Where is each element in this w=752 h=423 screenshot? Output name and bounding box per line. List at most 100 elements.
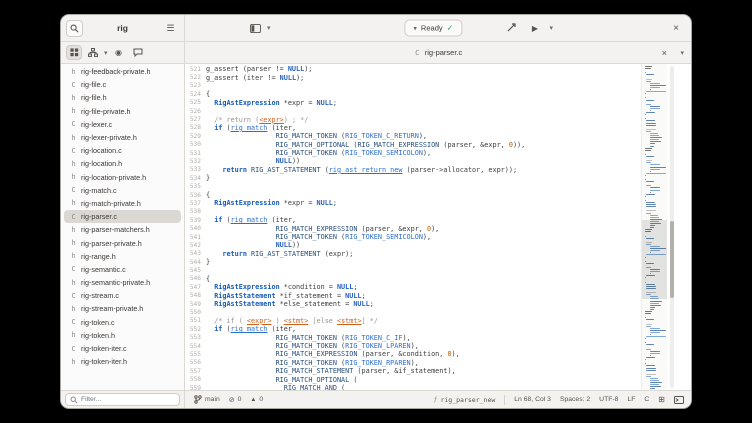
- line-number: 549: [185, 301, 206, 308]
- line-number: 537: [185, 200, 206, 207]
- toggle-panel-button[interactable]: [247, 20, 264, 37]
- minimap-line: [650, 301, 662, 302]
- search-button[interactable]: [66, 20, 83, 37]
- cursor-position[interactable]: Ln 68, Col 3: [514, 396, 551, 403]
- code-line: 547 RigAstExpression *condition = NULL;: [185, 283, 635, 291]
- file-item[interactable]: Crig-file.c: [64, 78, 181, 91]
- minimap-line: [646, 160, 652, 161]
- code-text: if (rig_match (iter,: [206, 325, 296, 333]
- tab-list-chevron-icon[interactable]: ▾: [680, 49, 684, 57]
- targets-panel-button[interactable]: ◉: [111, 45, 127, 60]
- minimap-line: [646, 349, 651, 350]
- file-item[interactable]: Crig-parser.c: [64, 210, 181, 223]
- scrollbar[interactable]: [670, 66, 674, 388]
- tab-rig-parser[interactable]: C rig-parser.c: [414, 48, 463, 57]
- line-ending[interactable]: LF: [627, 396, 635, 403]
- minimap-line: [646, 100, 654, 101]
- line-number: 523: [185, 82, 206, 89]
- code-editor[interactable]: 521g_assert (parser != NULL);522g_assert…: [185, 64, 691, 390]
- symbol-indicator[interactable]: ƒ rig_parser_new: [434, 396, 496, 404]
- app-window: rig ☰ ▾ ▾ Ready ✓ ▶: [60, 14, 692, 409]
- minimap-line: [650, 380, 659, 381]
- encoding[interactable]: UTF-8: [599, 396, 618, 403]
- run-button[interactable]: ▶: [526, 20, 543, 37]
- build-status-button[interactable]: ▾ Ready ✓: [404, 20, 462, 37]
- file-type-icon: C: [70, 213, 77, 221]
- code-text: RigAstExpression *condition = NULL;: [206, 283, 357, 291]
- error-counter[interactable]: ⊘ 0: [229, 396, 242, 404]
- file-item[interactable]: hrig-feedback-private.h: [64, 65, 181, 78]
- grid-icon: [70, 48, 79, 57]
- minimap-line: [646, 74, 654, 75]
- warning-counter[interactable]: ▲ 0: [250, 396, 263, 403]
- code-line: 527 /* return (<expr>) ; */: [185, 115, 635, 123]
- indent-mode[interactable]: Spaces: 2: [560, 396, 590, 403]
- filter-field[interactable]: [65, 393, 180, 406]
- status-divider: [504, 395, 505, 405]
- language-mode[interactable]: C: [644, 396, 649, 403]
- file-item[interactable]: hrig-parser-matchers.h: [64, 223, 181, 236]
- file-type-icon: h: [70, 358, 77, 366]
- notes-panel-button[interactable]: [130, 45, 146, 60]
- file-item[interactable]: hrig-range.h: [64, 250, 181, 263]
- file-item[interactable]: Crig-stream.c: [64, 289, 181, 302]
- code-text: RIG_MATCH_TOKEN (RIG_TOKEN_RPAREN),: [206, 359, 419, 367]
- minimap-line: [645, 127, 665, 128]
- minimap-viewport[interactable]: [642, 220, 667, 298]
- file-item[interactable]: hrig-token-iter.h: [64, 355, 181, 368]
- status-bar: main ⊘ 0 ▲ 0 ƒ rig_parser_new Ln 68, Col…: [61, 390, 691, 408]
- file-sidebar: hrig-feedback-private.hCrig-file.chrig-f…: [61, 64, 185, 390]
- file-item[interactable]: Crig-semantic.c: [64, 263, 181, 276]
- file-item[interactable]: hrig-semantic-private.h: [64, 276, 181, 289]
- close-icon: ×: [673, 23, 679, 34]
- run-chevron-icon[interactable]: ▾: [549, 24, 553, 32]
- minimap[interactable]: [641, 64, 667, 390]
- code-text: }: [206, 174, 210, 182]
- build-button[interactable]: [503, 20, 520, 37]
- minimap-line: [646, 213, 651, 214]
- code-line: 533 return RIG_AST_STATEMENT (rig_ast_re…: [185, 166, 635, 174]
- file-item[interactable]: Crig-location.c: [64, 144, 181, 157]
- current-symbol: rig_parser_new: [440, 396, 495, 404]
- minimap-line: [646, 129, 657, 130]
- file-item[interactable]: hrig-match-private.h: [64, 197, 181, 210]
- panel-chevron-icon[interactable]: ▾: [267, 24, 271, 32]
- minimap-line: [646, 123, 656, 124]
- file-name: rig-stream-private.h: [81, 304, 143, 313]
- file-name: rig-file-private.h: [81, 107, 131, 116]
- file-item[interactable]: hrig-file.h: [64, 91, 181, 104]
- minimap-line: [650, 378, 659, 379]
- switcher-chevron-icon[interactable]: ▾: [104, 49, 108, 57]
- file-item[interactable]: hrig-parser-private.h: [64, 236, 181, 249]
- symbols-panel-button[interactable]: [85, 45, 101, 60]
- file-item[interactable]: Crig-token.c: [64, 316, 181, 329]
- file-name: rig-token-iter.c: [81, 344, 127, 353]
- files-panel-button[interactable]: [66, 45, 82, 60]
- file-item[interactable]: Crig-lexer.c: [64, 118, 181, 131]
- file-item[interactable]: hrig-token.h: [64, 329, 181, 342]
- minimap-line: [646, 194, 655, 195]
- tab-close-button[interactable]: ×: [662, 48, 667, 58]
- branch-indicator[interactable]: main: [194, 395, 220, 404]
- minimap-line: [645, 183, 665, 184]
- filter-input[interactable]: [81, 396, 161, 403]
- file-item[interactable]: hrig-location.h: [64, 157, 181, 170]
- minimap-line: [650, 164, 660, 165]
- file-item[interactable]: hrig-stream-private.h: [64, 302, 181, 315]
- file-item[interactable]: Crig-token-iter.c: [64, 342, 181, 355]
- scrollbar-thumb[interactable]: [670, 221, 674, 298]
- terminal-icon[interactable]: [674, 396, 684, 404]
- code-line: 523: [185, 82, 635, 90]
- line-number: 534: [185, 175, 206, 182]
- close-window-button[interactable]: ×: [668, 20, 684, 36]
- file-item[interactable]: hrig-file-private.h: [64, 105, 181, 118]
- file-item[interactable]: hrig-location-private.h: [64, 171, 181, 184]
- file-item[interactable]: Crig-match.c: [64, 184, 181, 197]
- menu-button[interactable]: ☰: [162, 20, 179, 37]
- line-number: 545: [185, 267, 206, 274]
- code-text: if (rig_match (iter,: [206, 216, 296, 224]
- file-name: rig-lexer-private.h: [81, 133, 137, 142]
- grid-toggle-icon[interactable]: ⊞: [658, 395, 665, 404]
- code-text: RIG_MATCH_AND (: [206, 384, 345, 390]
- file-item[interactable]: hrig-lexer-private.h: [64, 131, 181, 144]
